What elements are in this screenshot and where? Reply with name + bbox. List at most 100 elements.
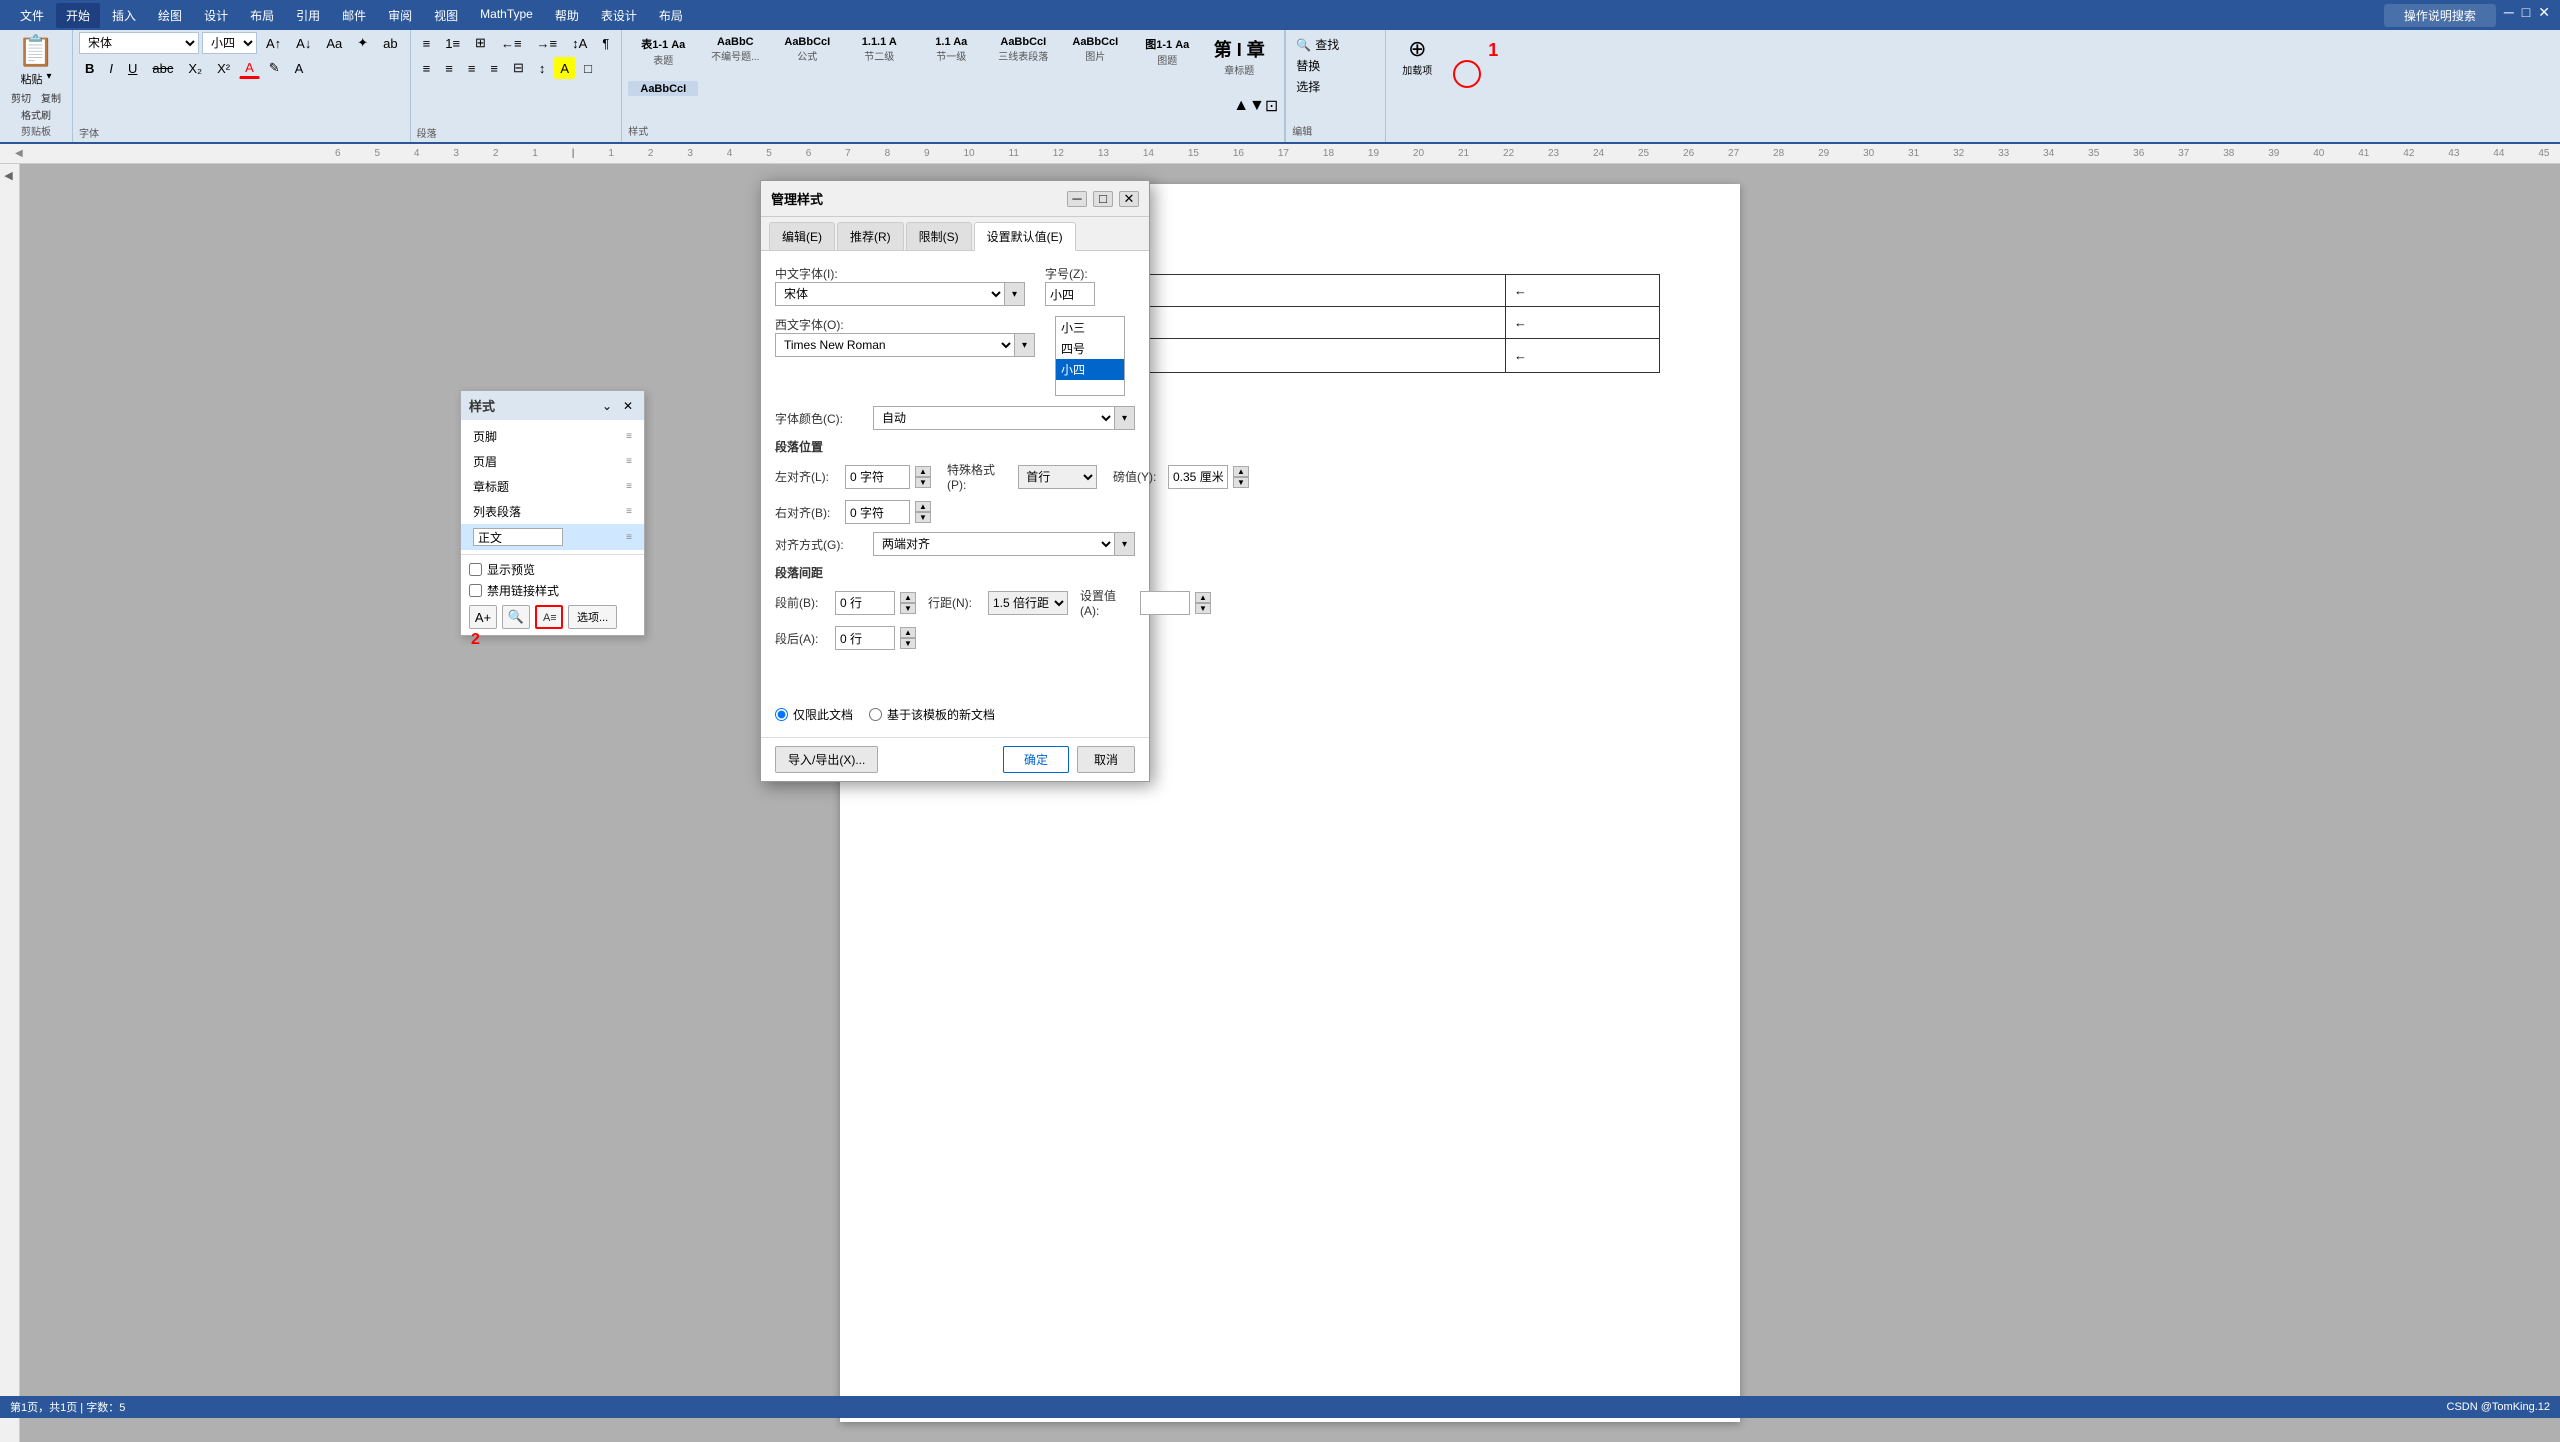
before-down[interactable]: ▼	[900, 603, 916, 614]
table-cell-3-2[interactable]: ←	[1506, 339, 1660, 373]
close-btn[interactable]: ✕	[2538, 4, 2550, 27]
style-item-chapter[interactable]: 章标题 ≡	[461, 474, 644, 499]
cut-button[interactable]: 剪切	[8, 89, 34, 106]
paste-dropdown[interactable]: ▾	[46, 71, 51, 87]
style-figure-caption[interactable]: 图1-1 Aa 图题	[1132, 34, 1202, 79]
dialog-close-btn[interactable]: ✕	[1119, 191, 1139, 207]
indent-value-up[interactable]: ▲	[1233, 466, 1249, 477]
style-item-list-paragraph[interactable]: 列表段落 ≡	[461, 499, 644, 524]
minimize-btn[interactable]: ─	[2504, 4, 2514, 27]
menu-table-layout[interactable]: 布局	[649, 3, 693, 28]
style-formula[interactable]: AaBbCcI 公式	[772, 34, 842, 79]
style-unnumbered[interactable]: AaBbC 不编号题...	[700, 34, 770, 79]
superscript-button[interactable]: X²	[211, 57, 236, 79]
after-up[interactable]: ▲	[900, 627, 916, 638]
before-input[interactable]	[835, 591, 895, 615]
alignment-select[interactable]: 两端对齐	[874, 532, 1114, 556]
set-value-down[interactable]: ▼	[1195, 603, 1211, 614]
menu-review[interactable]: 审阅	[378, 3, 422, 28]
after-input[interactable]	[835, 626, 895, 650]
clear-format-button[interactable]: ✦	[351, 32, 374, 54]
menu-file[interactable]: 文件	[10, 3, 54, 28]
text-color-button[interactable]: A	[239, 57, 260, 79]
maximize-btn[interactable]: □	[2522, 4, 2530, 27]
set-value-up[interactable]: ▲	[1195, 592, 1211, 603]
menu-mailings[interactable]: 邮件	[332, 3, 376, 28]
styles-scroll-down[interactable]: ▼	[1249, 97, 1265, 115]
align-left-up[interactable]: ▲	[915, 466, 931, 477]
align-left-down[interactable]: ▼	[915, 477, 931, 488]
tab-restrict[interactable]: 限制(S)	[906, 222, 972, 250]
sidebar-arrow[interactable]: ◀	[0, 164, 17, 187]
show-marks-button[interactable]: ¶	[596, 32, 615, 54]
styles-expand-button[interactable]: ⊡	[1265, 96, 1278, 116]
window-controls[interactable]: 操作说明搜索 ─ □ ✕	[2384, 4, 2550, 27]
align-right-up[interactable]: ▲	[915, 501, 931, 512]
align-center-button[interactable]: ≡	[439, 57, 459, 79]
before-up[interactable]: ▲	[900, 592, 916, 603]
style-item-footer[interactable]: 页脚 ≡	[461, 424, 644, 449]
align-right-button[interactable]: ≡	[462, 57, 482, 79]
style-panel-header[interactable]: 样式 ⌄ ✕	[461, 391, 644, 420]
menu-home[interactable]: 开始	[56, 3, 100, 28]
borders-button[interactable]: □	[578, 57, 598, 79]
radio-new-docs[interactable]: 基于该模板的新文档	[869, 706, 995, 723]
after-down[interactable]: ▼	[900, 638, 916, 649]
table-cell-1-2[interactable]: ←	[1506, 275, 1660, 307]
special-format-select[interactable]: 首行	[1018, 465, 1097, 489]
justify-button[interactable]: ≡	[484, 57, 504, 79]
app-menus[interactable]: 文件 开始 插入 绘图 设计 布局 引用 邮件 审阅 视图 MathType 帮…	[10, 3, 693, 28]
addins-button[interactable]: ⊕ 加载项	[1392, 34, 1442, 79]
change-case-button[interactable]: Aa	[320, 32, 348, 54]
style-section1[interactable]: 1.1 Aa 节一级	[916, 34, 986, 79]
increase-indent-button[interactable]: →≡	[531, 32, 564, 54]
dialog-minimize-btn[interactable]: ─	[1067, 191, 1087, 207]
font-color-dropdown[interactable]: ▾	[1114, 407, 1134, 429]
line-spacing-button[interactable]: ↕	[533, 57, 552, 79]
indent-value-input[interactable]	[1168, 465, 1228, 489]
font-color-button[interactable]: A	[289, 57, 310, 79]
style-options-button[interactable]: 选项...	[568, 605, 617, 629]
menu-mathtype[interactable]: MathType	[470, 3, 543, 28]
fontsize-item-4[interactable]: 四号	[1056, 338, 1124, 359]
align-left-input[interactable]	[845, 465, 910, 489]
chinese-font-select-wrap[interactable]: 宋体 ▾	[775, 282, 1025, 306]
dialog-maximize-btn[interactable]: □	[1093, 191, 1113, 207]
tab-edit[interactable]: 编辑(E)	[769, 222, 835, 250]
import-export-button[interactable]: 导入/导出(X)...	[775, 746, 878, 773]
font-name-select[interactable]: 宋体	[79, 32, 199, 54]
menu-draw[interactable]: 绘图	[148, 3, 192, 28]
align-right-input[interactable]	[845, 500, 910, 524]
copy-button[interactable]: 复制	[38, 89, 64, 106]
fontsize-item-small3[interactable]: 小三	[1056, 317, 1124, 338]
styles-scroll-up[interactable]: ▲	[1233, 97, 1249, 115]
fontsize-item-small4[interactable]: 小四	[1056, 359, 1124, 380]
shading-button[interactable]: A	[554, 57, 575, 79]
western-font-select-wrap[interactable]: Times New Roman ▾	[775, 333, 1035, 357]
font-color-select-wrap[interactable]: 自动 ▾	[873, 406, 1135, 430]
style-body[interactable]: AaBbCcI 正文	[628, 81, 698, 96]
format-painter-button[interactable]: 格式刷	[18, 106, 54, 123]
menu-table-design[interactable]: 表设计	[591, 3, 647, 28]
decrease-indent-button[interactable]: ←≡	[495, 32, 528, 54]
font-size-select[interactable]: 小四	[202, 32, 257, 54]
select-button[interactable]: 选择	[1292, 76, 1379, 97]
menu-layout[interactable]: 布局	[240, 3, 284, 28]
style-item-header[interactable]: 页眉 ≡	[461, 449, 644, 474]
bold-button[interactable]: B	[79, 57, 100, 79]
column-button[interactable]: ⊟	[507, 57, 530, 79]
align-right-down[interactable]: ▼	[915, 512, 931, 523]
set-value-input[interactable]	[1140, 591, 1190, 615]
sort-button[interactable]: ↕A	[566, 32, 593, 54]
search-bar[interactable]: 操作说明搜索	[2384, 4, 2496, 27]
menu-view[interactable]: 视图	[424, 3, 468, 28]
indent-value-down[interactable]: ▼	[1233, 477, 1249, 488]
italic-button[interactable]: I	[103, 57, 119, 79]
bullets-button[interactable]: ≡	[417, 32, 437, 54]
menu-design[interactable]: 设计	[194, 3, 238, 28]
text-highlight-button[interactable]: ab	[377, 32, 403, 54]
manage-styles-button[interactable]: A≡	[535, 605, 563, 629]
style-table-title[interactable]: 表1-1 Aa 表题	[628, 34, 698, 79]
cancel-button[interactable]: 取消	[1077, 746, 1135, 773]
style-item-body[interactable]: ≡	[461, 524, 644, 550]
